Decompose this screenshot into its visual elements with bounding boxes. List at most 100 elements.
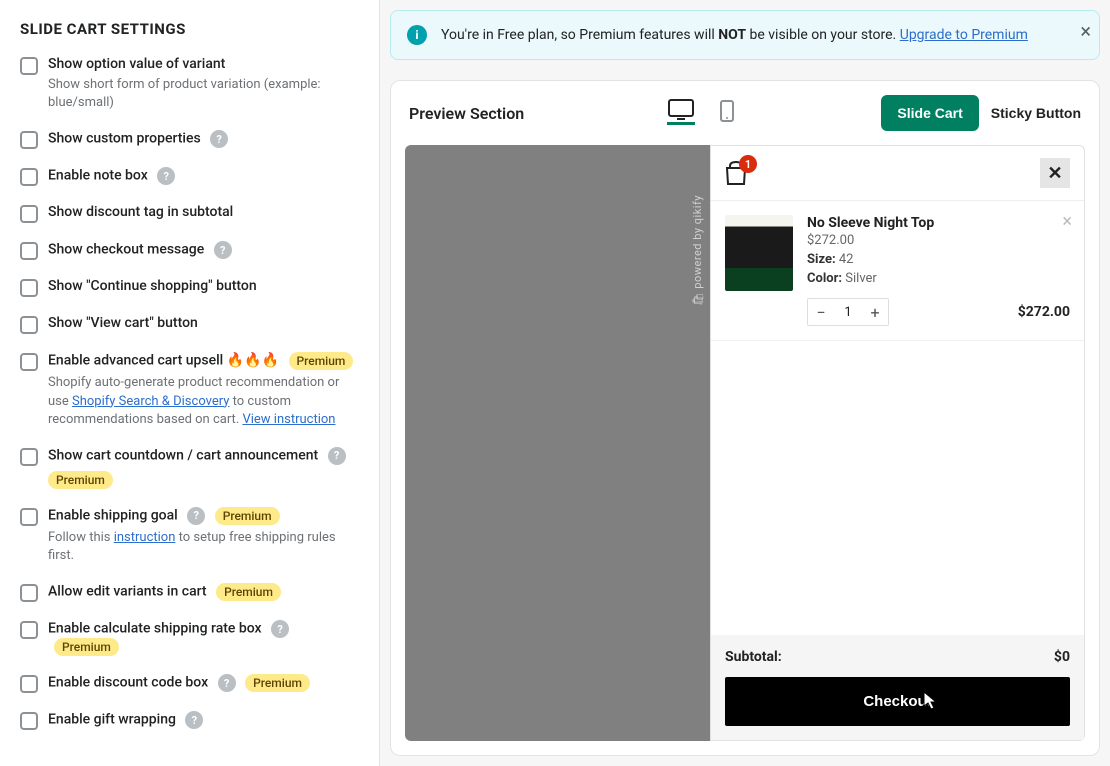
label-discount-code: Enable discount code box [48, 675, 208, 691]
checkbox-discount-tag[interactable] [20, 205, 38, 223]
setting-edit-variants: Allow edit variants in cart Premium [20, 583, 359, 602]
label-variant-option: Show option value of variant [48, 56, 225, 72]
subtotal-value: $0 [1054, 649, 1070, 665]
premium-tag: Premium [245, 674, 310, 692]
premium-tag: Premium [48, 471, 113, 489]
premium-tag: Premium [216, 583, 281, 601]
cart-footer: Subtotal: $0 Checkout [711, 635, 1084, 740]
setting-discount-tag: Show discount tag in subtotal [20, 204, 359, 223]
cart-header: 1 ✕ [711, 146, 1084, 201]
desc-shipping-goal: Follow this instruction to setup free sh… [48, 529, 359, 565]
item-title: No Sleeve Night Top [807, 215, 1070, 231]
help-icon[interactable]: ? [185, 711, 203, 729]
help-icon[interactable]: ? [210, 130, 228, 148]
panel-title: SLIDE CART SETTINGS [20, 20, 359, 38]
cart-badge: 1 [739, 155, 757, 173]
checkbox-variant-option[interactable] [20, 57, 38, 75]
label-upsell: Enable advanced cart upsell [48, 353, 223, 369]
product-image [725, 215, 793, 291]
link-instruction[interactable]: instruction [114, 530, 176, 545]
setting-checkout-msg: Show checkout message ? [20, 241, 359, 260]
checkbox-custom-props[interactable] [20, 131, 38, 149]
desc-upsell: Shopify auto-generate product recommenda… [48, 374, 359, 429]
remove-item-button[interactable]: × [1062, 211, 1072, 232]
upgrade-link[interactable]: Upgrade to Premium [900, 27, 1028, 43]
close-cart-button[interactable]: ✕ [1040, 158, 1070, 188]
device-toggle [667, 101, 741, 125]
setting-gift-wrap: Enable gift wrapping ? [20, 711, 359, 730]
quantity-stepper: − 1 + [807, 298, 889, 326]
preview-section: Preview Section Slide Cart Sticky Button… [390, 80, 1100, 756]
checkbox-continue-shop[interactable] [20, 279, 38, 297]
checkbox-view-cart[interactable] [20, 316, 38, 334]
label-checkout-msg: Show checkout message [48, 242, 204, 258]
desktop-icon[interactable] [667, 101, 695, 125]
premium-tag: Premium [215, 507, 280, 525]
setting-shipping-goal: Enable shipping goal ? Premium Follow th… [20, 507, 359, 565]
qty-value: 1 [834, 305, 862, 320]
setting-variant-option: Show option value of variant Show short … [20, 56, 359, 112]
qty-minus-button[interactable]: − [808, 299, 834, 325]
link-shopify-search[interactable]: Shopify Search & Discovery [72, 394, 229, 409]
setting-note-box: Enable note box ? [20, 167, 359, 186]
help-icon[interactable]: ? [157, 167, 175, 185]
qty-plus-button[interactable]: + [862, 299, 888, 325]
preview-title: Preview Section [409, 104, 524, 123]
setting-custom-props: Show custom properties ? [20, 130, 359, 149]
item-color: Color: Silver [807, 271, 1070, 286]
preview-backdrop: 🛍 powered by qikify [405, 145, 710, 741]
cart-bag-icon[interactable]: 1 [725, 161, 747, 185]
label-continue-shop: Show "Continue shopping" button [48, 278, 257, 294]
checkbox-discount-code[interactable] [20, 675, 38, 693]
preview-body: 🛍 powered by qikify 1 ✕ No Sleeve Night … [391, 145, 1099, 755]
checkbox-checkout-msg[interactable] [20, 242, 38, 260]
slide-cart-button[interactable]: Slide Cart [881, 95, 978, 131]
setting-calc-shipping: Enable calculate shipping rate box ? Pre… [20, 620, 359, 656]
line-price: $272.00 [1018, 304, 1070, 320]
setting-continue-shop: Show "Continue shopping" button [20, 278, 359, 297]
checkbox-shipping-goal[interactable] [20, 508, 38, 526]
help-icon[interactable]: ? [218, 674, 236, 692]
label-discount-tag: Show discount tag in subtotal [48, 204, 233, 220]
item-size: Size: 42 [807, 252, 1070, 267]
item-price: $272.00 [807, 233, 1070, 248]
mobile-icon[interactable] [713, 101, 741, 125]
link-view-instruction[interactable]: View instruction [242, 412, 335, 427]
checkbox-calc-shipping[interactable] [20, 621, 38, 639]
settings-panel: SLIDE CART SETTINGS Show option value of… [0, 0, 380, 766]
checkbox-upsell[interactable] [20, 353, 38, 371]
cart-panel: 1 ✕ No Sleeve Night Top $272.00 Size: 42… [710, 145, 1085, 741]
label-custom-props: Show custom properties [48, 131, 201, 147]
checkbox-gift-wrap[interactable] [20, 712, 38, 730]
premium-tag: Premium [54, 638, 119, 656]
help-icon[interactable]: ? [187, 507, 205, 525]
help-icon[interactable]: ? [214, 241, 232, 259]
setting-view-cart: Show "View cart" button [20, 315, 359, 334]
premium-tag: Premium [289, 352, 354, 370]
label-gift-wrap: Enable gift wrapping [48, 712, 176, 728]
help-icon[interactable]: ? [328, 447, 346, 465]
upgrade-banner: i You're in Free plan, so Premium featur… [390, 10, 1100, 60]
label-view-cart: Show "View cart" button [48, 315, 198, 331]
help-icon[interactable]: ? [271, 620, 289, 638]
checkbox-countdown[interactable] [20, 448, 38, 466]
setting-upsell: Enable advanced cart upsell 🔥🔥🔥 Premium … [20, 352, 359, 429]
fire-icon: 🔥🔥🔥 [227, 353, 279, 369]
label-edit-variants: Allow edit variants in cart [48, 584, 207, 600]
sticky-button-tab[interactable]: Sticky Button [991, 105, 1081, 121]
checkout-button[interactable]: Checkout [725, 677, 1070, 726]
cart-item: No Sleeve Night Top $272.00 Size: 42 Col… [711, 201, 1084, 341]
bag-icon: 🛍 [690, 293, 704, 306]
close-icon[interactable]: × [1080, 19, 1091, 43]
preview-header: Preview Section Slide Cart Sticky Button [391, 81, 1099, 145]
checkbox-note-box[interactable] [20, 168, 38, 186]
info-icon: i [407, 25, 427, 45]
label-countdown: Show cart countdown / cart announcement [48, 448, 318, 464]
setting-discount-code: Enable discount code box ? Premium [20, 674, 359, 693]
desc-variant-option: Show short form of product variation (ex… [48, 76, 359, 112]
checkbox-edit-variants[interactable] [20, 584, 38, 602]
label-shipping-goal: Enable shipping goal [48, 508, 178, 524]
powered-by-label: 🛍 powered by qikify [691, 195, 704, 310]
label-note-box: Enable note box [48, 168, 148, 184]
view-toggle: Slide Cart Sticky Button [881, 95, 1081, 131]
